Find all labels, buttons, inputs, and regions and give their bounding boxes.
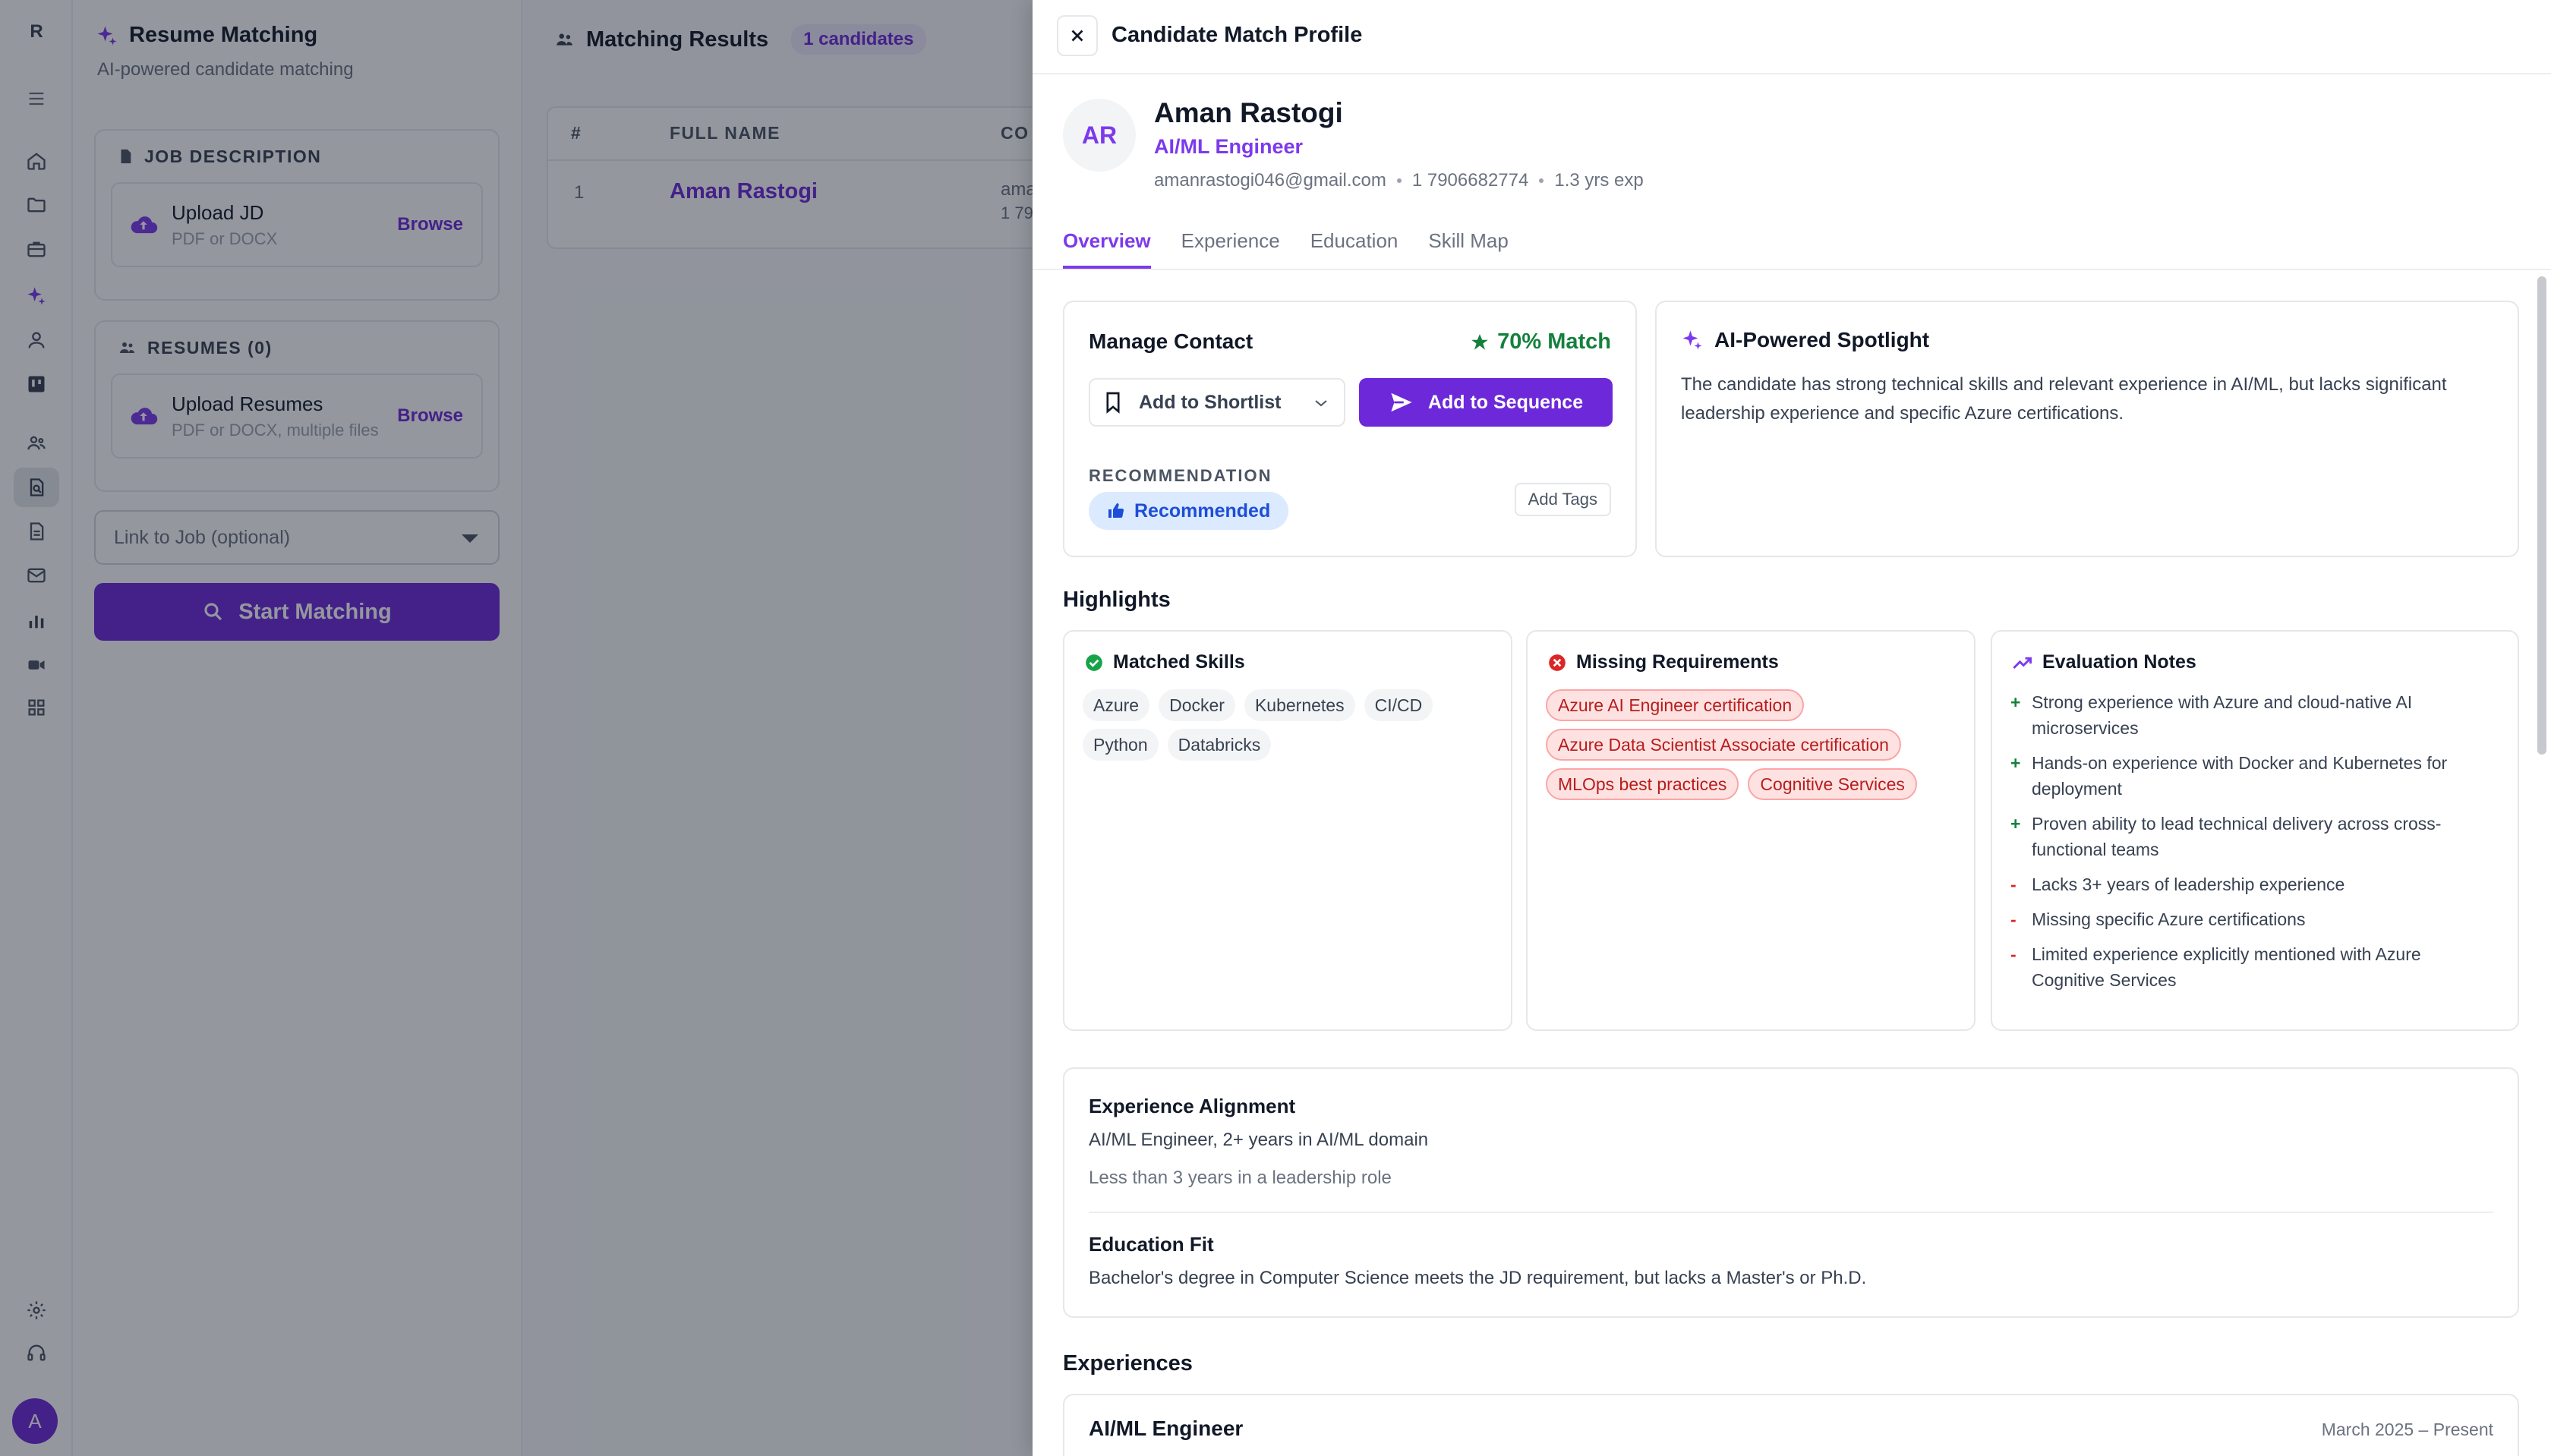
- trending-up-icon: [2013, 657, 2032, 669]
- requirement-chip: Azure Data Scientist Associate certifica…: [1546, 729, 1901, 761]
- evaluation-notes-list: + Strong experience with Azure and cloud-…: [2010, 689, 2496, 1002]
- evaluation-notes-card: Evaluation Notes + Strong experience with…: [1991, 630, 2519, 1031]
- star-icon: [1471, 333, 1488, 350]
- missing-requirements-title: Missing Requirements: [1547, 651, 1779, 673]
- tab-overview[interactable]: Overview: [1063, 220, 1151, 269]
- skill-chip: Databricks: [1167, 729, 1272, 761]
- note-item: + Strong experience with Azure and cloud-…: [2010, 692, 2413, 738]
- match-score: 70% Match: [1470, 329, 1611, 355]
- candidate-meta: amanrastogi046@gmail.com 1 7906682774 1.…: [1154, 170, 1644, 191]
- highlights-title: Highlights: [1063, 588, 1171, 612]
- education-fit-title: Education Fit: [1089, 1233, 1214, 1256]
- candidate-avatar: AR: [1063, 99, 1136, 172]
- education-fit-text: Bachelor's degree in Computer Science me…: [1089, 1268, 1867, 1288]
- missing-requirements-card: Missing Requirements Azure AI Engineer c…: [1526, 630, 1976, 1031]
- note-item: - Limited experience explicitly mentioned…: [2010, 944, 2421, 990]
- evaluation-notes-title: Evaluation Notes: [2012, 651, 2196, 673]
- requirement-chip: MLOps best practices: [1546, 768, 1739, 800]
- spotlight-text: The candidate has strong technical skill…: [1681, 374, 2447, 424]
- drawer-header: Candidate Match Profile: [1033, 0, 2551, 74]
- note-item: + Proven ability to lead technical delive…: [2010, 814, 2442, 859]
- drawer-title: Candidate Match Profile: [1112, 23, 1363, 47]
- recommendation-badge[interactable]: Recommended: [1089, 492, 1289, 530]
- skill-chip: CI/CD: [1364, 689, 1433, 721]
- alignment-card: Experience Alignment AI/ML Engineer, 2+ …: [1063, 1067, 2519, 1318]
- requirement-chip: Cognitive Services: [1748, 768, 1917, 800]
- experiences-title: Experiences: [1063, 1351, 1193, 1376]
- add-to-shortlist-button[interactable]: Add to Shortlist: [1089, 378, 1345, 427]
- send-icon: [1391, 392, 1412, 412]
- note-item: - Missing specific Azure certifications: [2010, 909, 2306, 929]
- skill-chip: Azure: [1083, 689, 1150, 721]
- note-item: - Lacks 3+ years of leadership experience: [2010, 875, 2345, 894]
- profile-tabs: Overview Experience Education Skill Map: [1063, 220, 1509, 269]
- skill-chip: Python: [1083, 729, 1159, 761]
- add-tags-button[interactable]: Add Tags: [1514, 483, 1611, 516]
- spotlight-title: AI-Powered Spotlight: [1681, 328, 1929, 352]
- bookmark-icon: [1106, 392, 1120, 414]
- matched-skills-list: Azure Docker Kubernetes CI/CD Python Dat…: [1083, 689, 1493, 761]
- recommendation-label: RECOMMENDATION: [1089, 466, 1272, 485]
- experience-item: AI/ML Engineer March 2025 – Present: [1063, 1394, 2519, 1456]
- experience-alignment-title: Experience Alignment: [1089, 1095, 1296, 1117]
- close-icon: [1071, 30, 1083, 42]
- skill-chip: Kubernetes: [1244, 689, 1355, 721]
- manage-contact-card: Manage Contact 70% Match Add to Shortlis…: [1063, 301, 1637, 557]
- sparkle-icon: [1682, 330, 1702, 350]
- candidate-role: AI/ML Engineer: [1154, 135, 1304, 158]
- matched-skills-title: Matched Skills: [1084, 651, 1245, 673]
- manage-contact-title: Manage Contact: [1089, 329, 1253, 353]
- candidate-email: amanrastogi046@gmail.com: [1154, 170, 1386, 191]
- experience-alignment-text: AI/ML Engineer, 2+ years in AI/ML domain: [1089, 1130, 1429, 1150]
- candidate-name: Aman Rastogi: [1154, 97, 1343, 128]
- requirement-chip: Azure AI Engineer certification: [1546, 689, 1805, 721]
- modal-backdrop[interactable]: [0, 0, 1033, 1456]
- check-circle-icon: [1086, 654, 1102, 671]
- candidate-phone: 1 7906682774: [1411, 170, 1529, 191]
- thumbs-up-icon: [1108, 503, 1124, 518]
- add-to-sequence-button[interactable]: Add to Sequence: [1359, 378, 1613, 427]
- candidate-profile-drawer: Candidate Match Profile AR Aman Rastogi …: [1033, 0, 2551, 1456]
- experience-alignment-note: Less than 3 years in a leadership role: [1089, 1168, 1392, 1188]
- close-button[interactable]: [1057, 15, 1098, 56]
- experience-role: AI/ML Engineer: [1089, 1417, 1244, 1440]
- tab-education[interactable]: Education: [1310, 220, 1398, 269]
- x-circle-icon: [1549, 654, 1566, 671]
- tab-skill-map[interactable]: Skill Map: [1428, 220, 1508, 269]
- matched-skills-card: Matched Skills Azure Docker Kubernetes C…: [1063, 630, 1512, 1031]
- experience-dates: March 2025 – Present: [2321, 1420, 2493, 1439]
- tab-experience[interactable]: Experience: [1181, 220, 1280, 269]
- candidate-experience: 1.3 yrs exp: [1554, 170, 1644, 191]
- missing-requirements-list: Azure AI Engineer certification Azure Da…: [1546, 689, 1963, 800]
- note-item: + Hands-on experience with Docker and Kub…: [2010, 753, 2448, 799]
- chevron-down-icon: [1315, 400, 1327, 407]
- scrollbar-thumb[interactable]: [2537, 276, 2546, 755]
- ai-spotlight-card: AI-Powered Spotlight The candidate has s…: [1655, 301, 2519, 557]
- skill-chip: Docker: [1159, 689, 1235, 721]
